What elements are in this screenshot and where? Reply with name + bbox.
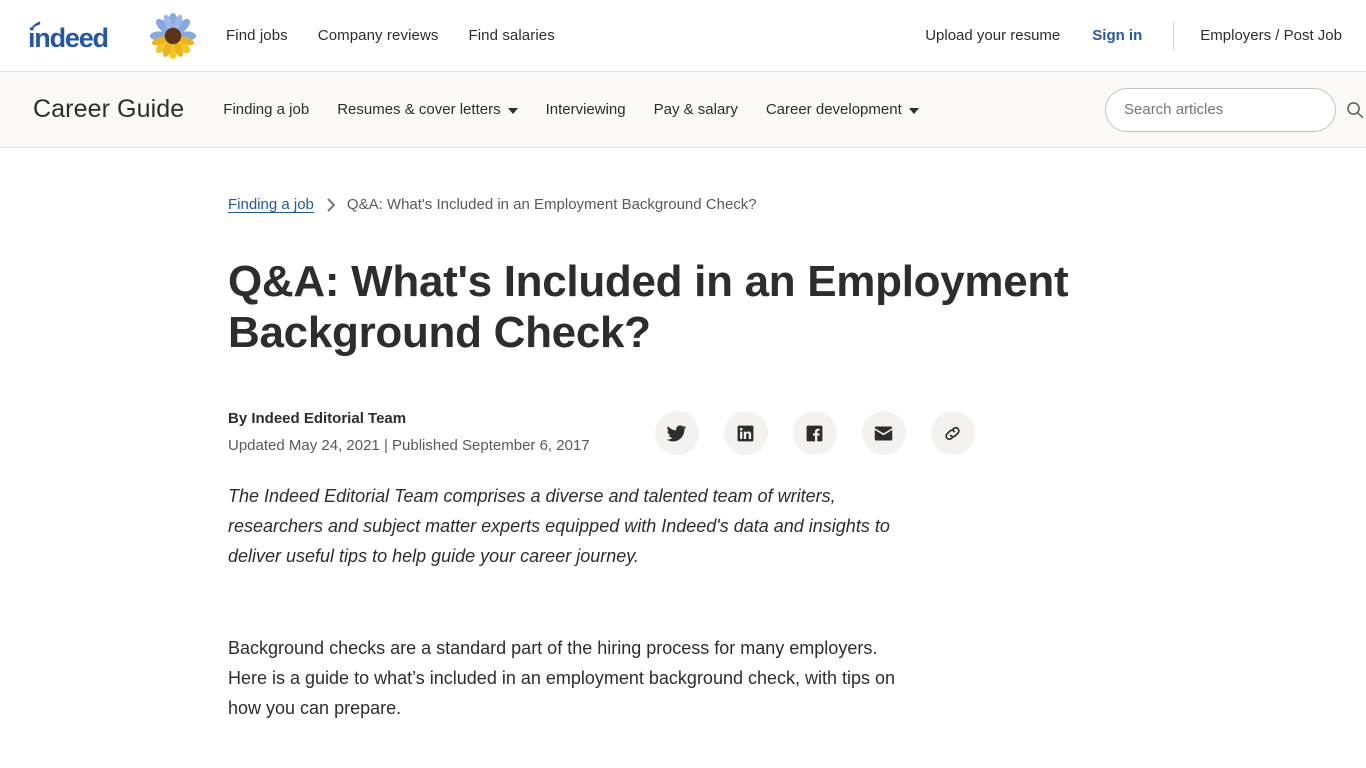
link-icon [945,426,960,440]
chevron-right-icon [327,198,336,212]
linkedin-icon [737,425,754,441]
employers-post-job-link[interactable]: Employers / Post Job [1200,27,1342,44]
cg-nav-finding-a-job[interactable]: Finding a job [209,101,323,118]
share-email-button[interactable] [861,411,906,455]
indeed-wordmark-logo: indeed [28,20,109,53]
breadcrumb-parent-link[interactable]: Finding a job [228,196,314,213]
global-header: indeed Find jobs Company reviews Find sa… [0,0,1366,72]
chevron-down-icon [507,107,518,114]
article-intro-paragraph: Background checks are a standard part of… [228,638,896,718]
chevron-down-icon [908,107,919,114]
cg-nav-label: Resumes & cover letters [337,101,501,118]
search-input[interactable] [1105,87,1336,132]
cg-nav-pay-salary[interactable]: Pay & salary [640,101,752,118]
search-articles-group [1105,87,1366,132]
article-author: By Indeed Editorial Team [228,410,407,427]
article-dates: Updated May 24, 2021 | Published Septemb… [228,437,590,454]
global-nav-right: Upload your resume Sign in Employers / P… [925,21,1342,50]
editorial-team-note: The Indeed Editorial Team comprises a di… [228,486,890,566]
career-guide-links: Finding a job Resumes & cover letters In… [209,101,932,118]
article-main: Finding a job Q&A: What's Included in an… [0,196,1366,768]
header-divider [1173,21,1175,50]
cg-nav-label: Pay & salary [653,101,738,118]
indeed-logo-link[interactable]: indeed [26,12,196,59]
search-icon [1347,101,1364,118]
share-linkedin-button[interactable] [723,411,768,455]
upload-your-resume-link[interactable]: Upload your resume [925,27,1060,44]
share-twitter-button[interactable] [654,411,699,455]
byline-row: By Indeed Editorial Team Updated May 24,… [228,408,1366,457]
search-submit-button[interactable] [1344,101,1366,119]
cg-nav-career-development[interactable]: Career development [752,101,933,118]
nav-company-reviews[interactable]: Company reviews [318,27,439,44]
nav-find-salaries[interactable]: Find salaries [468,27,554,44]
sign-in-link[interactable]: Sign in [1092,27,1142,44]
global-nav-links: Find jobs Company reviews Find salaries [226,27,555,44]
sunflower-icon [150,12,196,59]
cg-nav-label: Career development [765,101,902,118]
share-copy-link-button[interactable] [930,411,975,455]
email-icon [874,426,893,440]
twitter-icon [666,424,687,441]
breadcrumb-current: Q&A: What's Included in an Employment Ba… [346,196,757,213]
facebook-icon [806,425,823,441]
nav-find-jobs[interactable]: Find jobs [226,27,288,44]
share-buttons [654,411,975,455]
cg-nav-label: Interviewing [545,101,626,118]
page-title: Q&A: What's Included in an Employment Ba… [228,257,1069,357]
cg-nav-label: Finding a job [223,101,310,118]
career-guide-nav: Career Guide Finding a job Resumes & cov… [0,72,1366,148]
share-facebook-button[interactable] [792,411,837,455]
career-guide-title: Career Guide [33,95,185,123]
cg-nav-resumes-cover-letters[interactable]: Resumes & cover letters [323,101,531,118]
cg-nav-interviewing[interactable]: Interviewing [532,101,640,118]
breadcrumb: Finding a job Q&A: What's Included in an… [228,196,1366,213]
svg-text:indeed: indeed [28,23,108,53]
byline: By Indeed Editorial Team Updated May 24,… [228,408,590,457]
